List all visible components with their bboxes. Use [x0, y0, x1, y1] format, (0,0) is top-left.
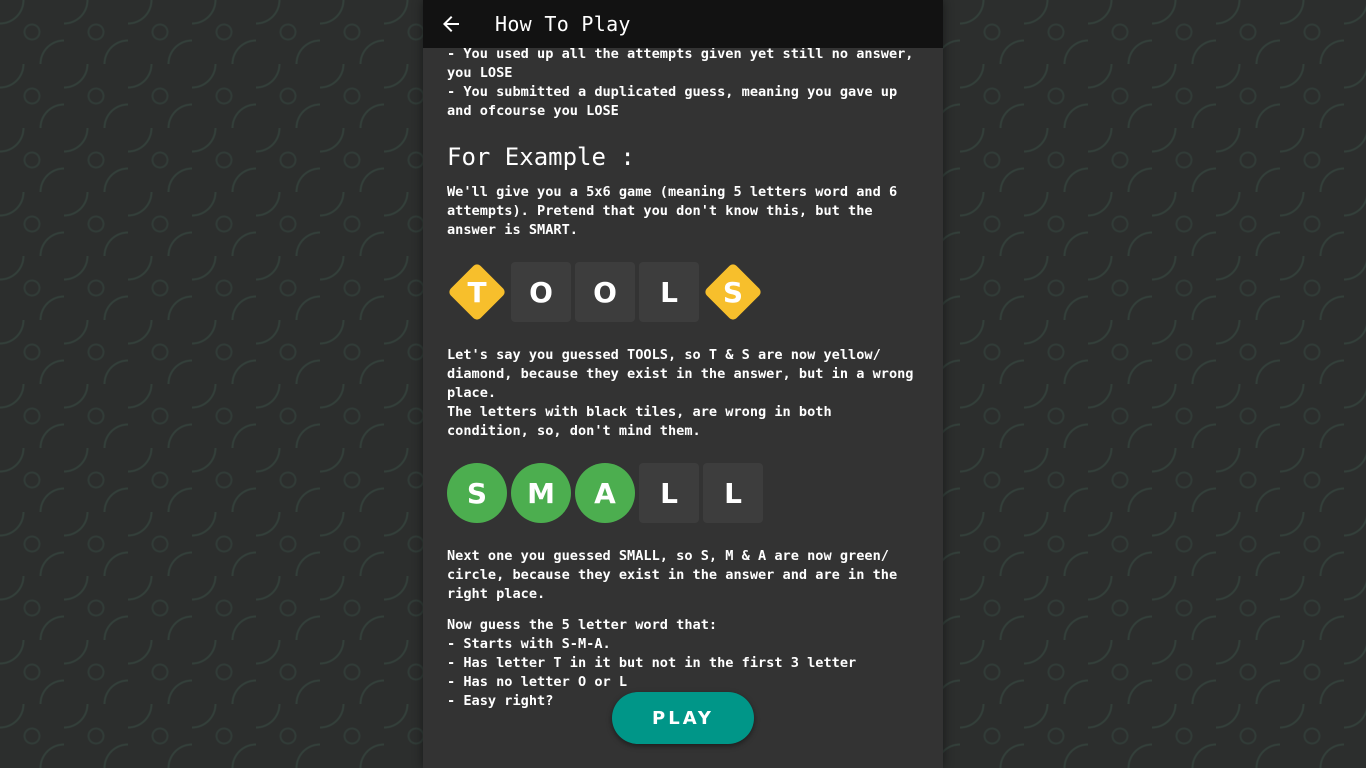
- instructions-content: - You used up all the attempts given yet…: [447, 45, 919, 711]
- example-intro-text: We'll give you a 5x6 game (meaning 5 let…: [447, 184, 898, 238]
- tile-letter: L: [724, 476, 742, 510]
- lose-conditions-text: - You used up all the attempts given yet…: [447, 46, 914, 119]
- tile-correct-circle: A: [575, 463, 635, 523]
- small-explanation-text: Next one you guessed SMALL, so S, M & A …: [447, 548, 898, 602]
- top-app-bar: How To Play: [423, 0, 943, 48]
- tools-explanation-text: Let's say you guessed TOOLS, so T & S ar…: [447, 347, 914, 439]
- tile-letter: L: [660, 476, 678, 510]
- tile-letter: O: [593, 275, 617, 309]
- arrow-left-icon[interactable]: [439, 12, 463, 36]
- tile-absent: O: [575, 262, 635, 322]
- tile-correct-circle: M: [511, 463, 571, 523]
- tile-letter: M: [527, 476, 555, 510]
- tile-absent: L: [703, 463, 763, 523]
- tile-present-diamond: T: [447, 262, 507, 322]
- how-to-play-panel: - You used up all the attempts given yet…: [423, 0, 943, 768]
- play-button[interactable]: PLAY: [612, 692, 754, 744]
- tile-letter: L: [660, 275, 678, 309]
- page-title: How To Play: [495, 12, 631, 36]
- tile-letter: S: [722, 275, 744, 309]
- tile-letter: S: [466, 476, 488, 510]
- tile-present-diamond: S: [703, 262, 763, 322]
- tile-absent: L: [639, 262, 699, 322]
- tile-absent: O: [511, 262, 571, 322]
- example-row-tools: T O O L S: [447, 262, 919, 322]
- tile-letter: O: [529, 275, 553, 309]
- tile-absent: L: [639, 463, 699, 523]
- example-heading: For Example :: [447, 143, 635, 171]
- tile-letter: T: [467, 275, 487, 309]
- example-row-small: S M A L L: [447, 463, 919, 523]
- tile-correct-circle: S: [447, 463, 507, 523]
- tile-letter: A: [594, 476, 616, 510]
